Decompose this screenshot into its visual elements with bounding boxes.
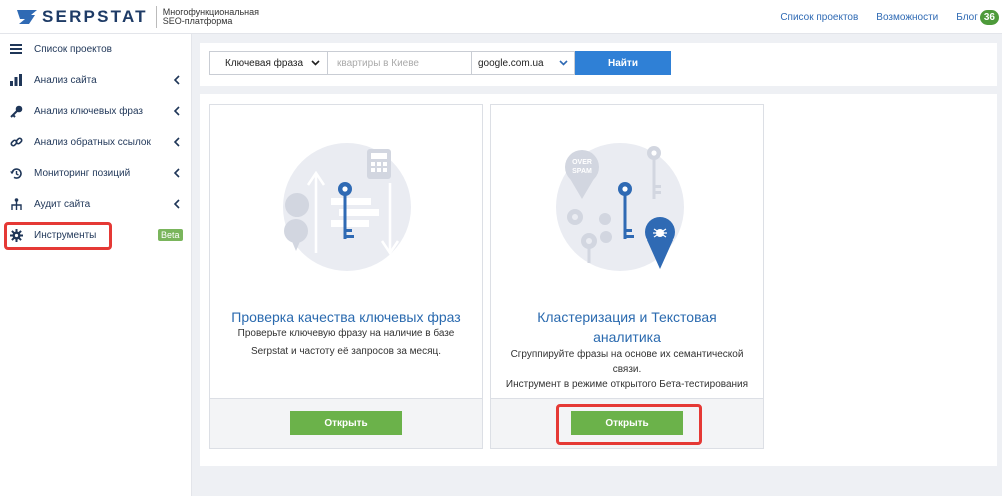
bar-chart-icon xyxy=(9,73,23,87)
sidebar-item-projects[interactable]: Список проектов xyxy=(0,34,192,64)
open-highlight-outline xyxy=(556,404,702,445)
sidebar-item-label: Список проектов xyxy=(34,43,112,55)
search-type-select[interactable]: Ключевая фраза xyxy=(209,51,328,75)
chevron-left-icon xyxy=(173,137,180,147)
tool-card-clustering: OVER SPAM Кластеризация и Текстовая анал… xyxy=(490,104,764,449)
card-desc-line-1: Проверьте ключевую фразу на наличие в ба… xyxy=(237,328,455,339)
nav-blog-link[interactable]: Блог xyxy=(956,12,978,23)
open-keyword-check-button[interactable]: Открыть xyxy=(290,411,402,435)
tagline: Многофункциональная SEO-платформа xyxy=(162,7,259,26)
key-icon xyxy=(9,104,23,118)
sidebar-item-label: Анализ сайта xyxy=(34,74,97,86)
nav-blog-label: Блог xyxy=(956,11,978,23)
blog-count-badge: 36 xyxy=(979,9,999,25)
sidebar-item-site-audit[interactable]: Аудит сайта xyxy=(0,189,192,219)
sidebar: Список проектов Анализ сайта Анализ ключ… xyxy=(0,34,192,496)
card-desc-line-3: Инструмент в режиме открытого Бета-тести… xyxy=(505,379,749,390)
sidebar-item-rank-tracking[interactable]: Мониторинг позиций xyxy=(0,158,192,188)
spam-text: SPAM xyxy=(572,168,592,175)
list-icon xyxy=(9,42,23,56)
card-footer: Открыть xyxy=(210,398,482,448)
card-title[interactable]: Проверка качества ключевых фраз xyxy=(220,307,472,327)
search-engine-value: google.com.ua xyxy=(478,57,544,69)
chevron-down-icon xyxy=(559,60,568,66)
logo-text: SERPSTAT xyxy=(42,6,148,26)
link-icon xyxy=(9,135,23,149)
history-icon xyxy=(9,166,23,180)
chevron-left-icon xyxy=(173,106,180,116)
tools-highlight-outline xyxy=(4,222,112,250)
search-input[interactable] xyxy=(327,51,472,75)
tagline-line-2: SEO-платформа xyxy=(162,15,233,26)
search-engine-select[interactable]: google.com.ua xyxy=(471,51,575,75)
keyword-check-illustration xyxy=(283,143,411,271)
tools-content: Проверка качества ключевых фраз Проверьт… xyxy=(200,94,997,466)
chevron-left-icon xyxy=(173,199,180,209)
top-nav: Список проектов Возможности Блог 36 xyxy=(780,0,1002,34)
search-type-value: Ключевая фраза xyxy=(225,57,304,69)
sitemap-icon xyxy=(9,197,23,211)
top-header: SERPSTAT Многофункциональная SEO-платфор… xyxy=(0,0,1002,34)
sidebar-item-backlinks[interactable]: Анализ обратных ссылок xyxy=(0,127,192,157)
card-title-line-1[interactable]: Кластеризация и Текстовая xyxy=(501,307,753,327)
sidebar-item-keyword-analysis[interactable]: Анализ ключевых фраз xyxy=(0,96,192,126)
sidebar-item-label: Анализ ключевых фраз xyxy=(34,105,144,117)
sidebar-item-label: Мониторинг позиций xyxy=(34,167,131,179)
logo-divider xyxy=(155,5,157,28)
clustering-illustration: OVER SPAM xyxy=(556,143,684,271)
nav-features-link[interactable]: Возможности xyxy=(876,12,938,23)
nav-projects-link[interactable]: Список проектов xyxy=(780,12,858,23)
card-desc-line-2: Serpstat и частоту её запросов за месяц. xyxy=(250,346,442,357)
sidebar-item-site-analysis[interactable]: Анализ сайта xyxy=(0,65,192,95)
chevron-down-icon xyxy=(311,60,320,66)
chevron-left-icon xyxy=(173,75,180,85)
search-panel: Ключевая фраза google.com.ua Найти xyxy=(200,43,997,86)
chevron-left-icon xyxy=(173,168,180,178)
tool-card-keyword-check: Проверка качества ключевых фраз Проверьт… xyxy=(209,104,483,449)
logo-mark-icon xyxy=(17,9,37,24)
beta-badge: Beta xyxy=(158,229,183,241)
card-title-line-2[interactable]: аналитика xyxy=(501,327,753,347)
sidebar-item-label: Анализ обратных ссылок xyxy=(34,136,151,148)
find-button[interactable]: Найти xyxy=(575,51,671,75)
serpstat-logo[interactable]: SERPSTAT Многофункциональная SEO-платфор… xyxy=(17,0,259,34)
sidebar-item-label: Аудит сайта xyxy=(34,198,91,210)
over-text: OVER xyxy=(572,159,592,166)
card-footer: Открыть xyxy=(491,398,763,448)
